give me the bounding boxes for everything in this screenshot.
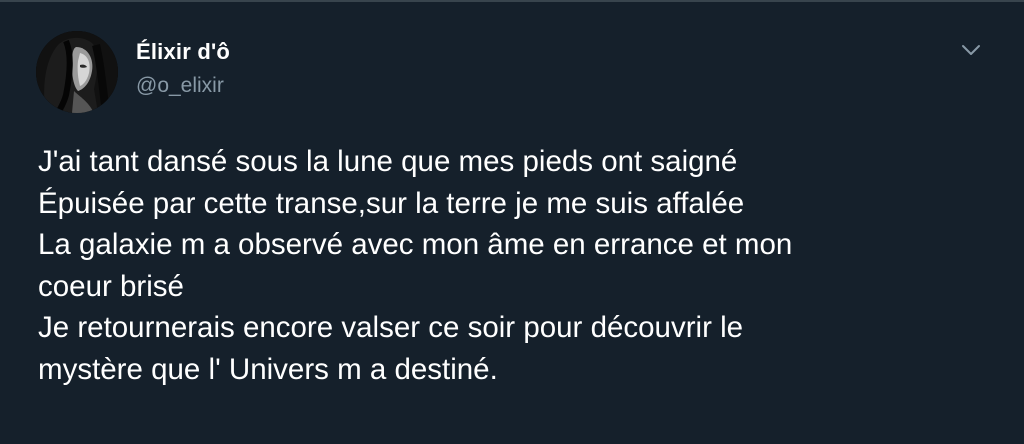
- display-name[interactable]: Élixir d'ô: [136, 39, 230, 65]
- avatar-photo: [36, 31, 118, 113]
- tweet-line: La galaxie m a observé avec mon âme en e…: [38, 228, 793, 261]
- author-info: Élixir d'ô @o_elixir: [136, 39, 230, 99]
- tweet-menu-button[interactable]: [958, 37, 984, 63]
- avatar[interactable]: [36, 31, 118, 113]
- top-divider: [0, 1, 1024, 2]
- tweet-card: Élixir d'ô @o_elixir J'ai tant dansé sou…: [0, 0, 1024, 444]
- tweet-line: Je retournerais encore valser ce soir po…: [38, 311, 744, 344]
- chevron-down-icon: [962, 45, 980, 55]
- tweet-line: Épuisée par cette transe,sur la terre je…: [38, 186, 745, 220]
- tweet-line: J'ai tant dansé sous la lune que mes pie…: [38, 145, 738, 178]
- tweet-line: coeur brisé: [38, 269, 184, 303]
- tweet-text: J'ai tant dansé sous la lune que mes pie…: [38, 141, 998, 390]
- user-handle[interactable]: @o_elixir: [136, 73, 230, 99]
- tweet-line: mystère que l' Univers m a destiné.: [38, 352, 498, 386]
